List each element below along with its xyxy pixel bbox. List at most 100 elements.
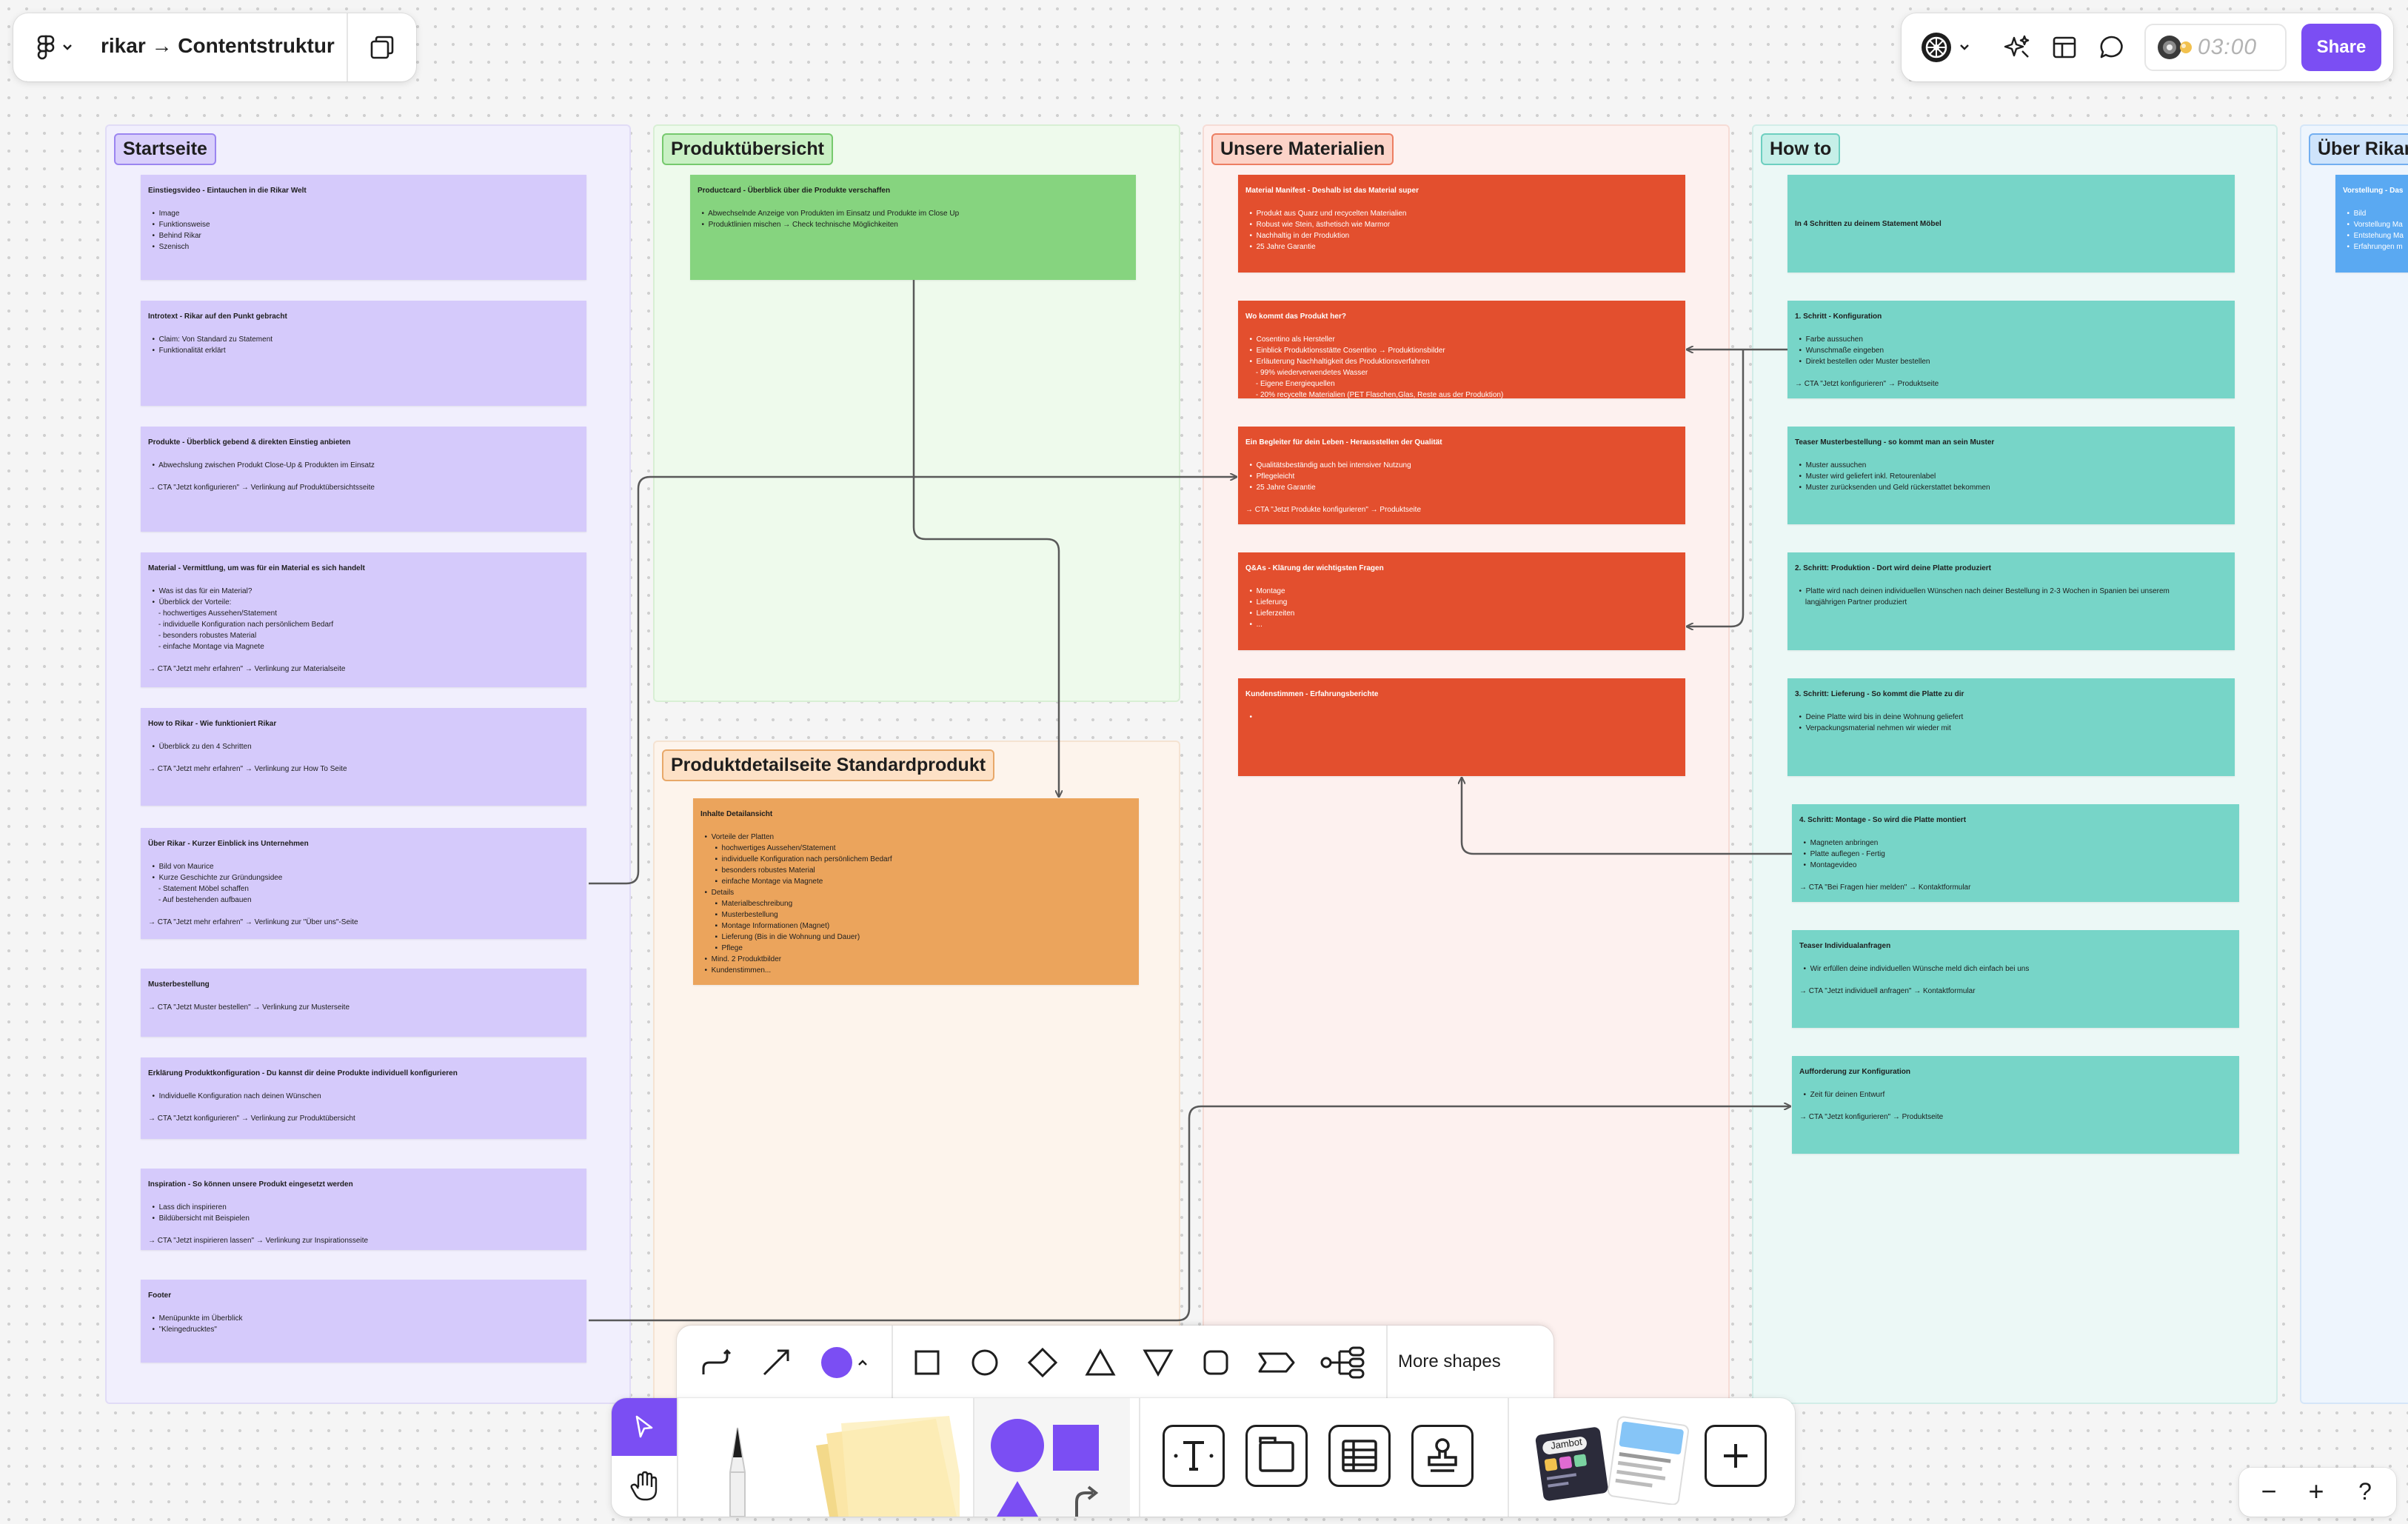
section-label[interactable]: Über Rikar — [2309, 133, 2408, 165]
card-line: • Lieferung — [1245, 598, 1288, 606]
section-label[interactable]: Startseite — [114, 133, 216, 165]
card-title: Wo kommt das Produkt her? — [1245, 313, 1346, 321]
card-line: • Montagevideo — [1799, 861, 1857, 869]
help-button[interactable]: ? — [2347, 1474, 2383, 1509]
sticky-card-h4[interactable]: 2. Schritt: Produktion - Dort wird deine… — [1787, 552, 2235, 650]
card-line: • Funktionsweise — [148, 221, 210, 229]
sticky-card-s7[interactable]: Musterbestellung → CTA "Jetzt Muster best… — [141, 969, 586, 1037]
sticky-card-h3[interactable]: Teaser Musterbestellung - so kommt man a… — [1787, 427, 2235, 524]
card-line: • Behind Rikar — [148, 232, 201, 240]
card-line: → CTA "Jetzt Produkte konfigurieren" → P… — [1245, 506, 1422, 514]
sticky-card-m5[interactable]: Kundenstimmen - Erfahrungsberichte • — [1238, 678, 1685, 776]
wheel-menu-button[interactable] — [1919, 31, 1973, 64]
card-title: Inhalte Detailansicht — [700, 810, 773, 818]
chevron-shape-icon — [1258, 1352, 1295, 1373]
stamp-tool-button[interactable] — [1411, 1425, 1474, 1487]
figma-menu-button[interactable] — [36, 33, 73, 62]
sticky-card-m4[interactable]: Q&As - Klärung der wichtigsten Fragen • … — [1238, 552, 1685, 650]
file-title[interactable]: rikar → Contentstruktur — [101, 34, 335, 58]
sticky-card-d1[interactable]: Inhalte Detailansicht • Vorteile der Pla… — [693, 798, 1139, 985]
section-label[interactable]: How to — [1761, 133, 1841, 165]
sticky-card-s9[interactable]: Inspiration - So können unsere Produkt e… — [141, 1169, 586, 1250]
section-tool-button[interactable] — [1245, 1425, 1308, 1487]
sticky-note-button[interactable] — [812, 1416, 960, 1517]
add-more-button[interactable] — [1705, 1425, 1767, 1487]
card-title: Teaser Individualanfragen — [1799, 942, 1891, 950]
card-line: • Produkt aus Quarz und recycelten Mater… — [1245, 210, 1407, 218]
ai-button[interactable] — [2001, 31, 2033, 64]
sticky-card-m2[interactable]: Wo kommt das Produkt her? • Cosentino al… — [1238, 301, 1685, 398]
main-toolbar: Jambot — [612, 1398, 1795, 1517]
sticky-card-h5[interactable]: 3. Schritt: Lieferung - So kommt die Pla… — [1787, 678, 2235, 776]
card-title: 4. Schritt: Montage - So wird die Platte… — [1799, 816, 1967, 824]
card-line: • — [1245, 713, 1257, 721]
sticky-card-h7[interactable]: Teaser Individualanfragen • Wir erfüllen… — [1792, 930, 2239, 1028]
jambot-widgets-icon — [1535, 1416, 1689, 1505]
hand-tool-button[interactable] — [612, 1457, 677, 1515]
layout-icon — [2053, 36, 2076, 59]
rounded-square-shape-button[interactable] — [1195, 1342, 1237, 1383]
section-label[interactable]: Produktübersicht — [662, 133, 833, 165]
mind-map-icon — [1320, 1346, 1365, 1379]
text-tool-button[interactable] — [1163, 1425, 1225, 1487]
zoom-in-button[interactable]: + — [2298, 1474, 2334, 1509]
card-title: Teaser Musterbestellung - so kommt man a… — [1795, 438, 1995, 447]
comment-button[interactable] — [2096, 31, 2128, 64]
sticky-card-s2[interactable]: Introtext - Rikar auf den Punkt gebracht… — [141, 301, 586, 406]
sticky-card-m1[interactable]: Material Manifest - Deshalb ist das Mate… — [1238, 175, 1685, 273]
divider — [677, 1398, 678, 1517]
card-line: • Überblick der Vorteile: — [148, 598, 232, 606]
sticky-card-h1[interactable]: In 4 Schritten zu deinem Statement Möbel — [1787, 175, 2235, 273]
card-line: • Platte auflegen - Fertig — [1799, 850, 1885, 858]
sticky-card-p1[interactable]: Productcard - Überblick über die Produkt… — [690, 175, 1136, 280]
sticky-card-s1[interactable]: Einstiegsvideo - Eintauchen in die Rikar… — [141, 175, 586, 280]
timer-widget[interactable]: 03:00 — [2144, 24, 2287, 71]
card-line: • Montage — [1245, 587, 1285, 595]
sticky-card-h2[interactable]: 1. Schritt - Konfiguration • Farbe aussu… — [1787, 301, 2235, 398]
layout-button[interactable] — [2048, 31, 2081, 64]
shapes-button[interactable] — [974, 1398, 1130, 1517]
arrow-connector-button[interactable] — [755, 1342, 797, 1383]
card-title: Material Manifest - Deshalb ist das Mate… — [1245, 187, 1419, 195]
table-tool-button[interactable] — [1328, 1425, 1391, 1487]
sticky-card-m3[interactable]: Ein Begleiter für dein Leben - Herausste… — [1238, 427, 1685, 524]
sticky-card-s8[interactable]: Erklärung Produktkonfiguration - Du kann… — [141, 1057, 586, 1139]
card-line: • Lieferzeiten — [1245, 609, 1295, 618]
card-line: • Entstehung Ma — [2343, 232, 2404, 240]
card-line: - 20% recycelte Materialien (PET Flasche… — [1245, 391, 1504, 398]
more-shapes-button[interactable]: More shapes — [1398, 1351, 1501, 1372]
triangle-shape-button[interactable] — [1080, 1342, 1121, 1383]
card-line: • Lass dich inspirieren — [148, 1203, 227, 1211]
sticky-card-s5[interactable]: How to Rikar - Wie funktioniert Rikar • … — [141, 708, 586, 806]
section-label[interactable]: Produktdetailseite Standardprodukt — [662, 749, 995, 781]
sticky-card-u1[interactable]: Vorstellung - Das • Bild • Vorstellung M… — [2335, 175, 2408, 273]
section-label[interactable]: Unsere Materialien — [1211, 133, 1394, 165]
circle-shape-button[interactable] — [964, 1342, 1006, 1383]
card-line: • Kurze Geschichte zur Gründungsidee — [148, 874, 283, 882]
diamond-shape-button[interactable] — [1022, 1342, 1063, 1383]
mind-map-button[interactable] — [1317, 1342, 1368, 1383]
square-shape-button[interactable] — [906, 1342, 948, 1383]
fill-color-button[interactable] — [815, 1342, 874, 1383]
zoom-out-button[interactable]: − — [2251, 1474, 2287, 1509]
sticky-card-s4[interactable]: Material - Vermittlung, um was für ein M… — [141, 552, 586, 687]
diamond-icon — [1027, 1347, 1058, 1378]
sticky-card-h8[interactable]: Aufforderung zur Konfiguration • Zeit fü… — [1792, 1056, 2239, 1154]
elbow-connector-button[interactable] — [695, 1342, 736, 1383]
triangle-down-shape-button[interactable] — [1137, 1342, 1179, 1383]
sticky-card-s10[interactable]: Footer • Menüpunkte im Überblick • "Klei… — [141, 1280, 586, 1363]
share-button[interactable]: Share — [2301, 24, 2381, 71]
card-line: → CTA "Jetzt konfigurieren" → Verlinkung… — [148, 484, 375, 492]
sticky-card-s6[interactable]: Über Rikar - Kurzer Einblick ins Unterne… — [141, 828, 586, 939]
marker-pen-button[interactable] — [700, 1406, 775, 1517]
sticky-card-h6[interactable]: 4. Schritt: Montage - So wird die Platte… — [1792, 804, 2239, 902]
pages-button[interactable] — [366, 31, 398, 64]
chevron-shape-button[interactable] — [1253, 1342, 1300, 1383]
card-line: → CTA "Jetzt konfigurieren" → Verlinkung… — [148, 1114, 355, 1123]
card-line: ▪ Materialbeschreibung — [700, 900, 793, 908]
sticky-card-s3[interactable]: Produkte - Überblick gebend & direkten E… — [141, 427, 586, 532]
move-tool-button[interactable] — [612, 1398, 677, 1456]
section-ueber-rikar[interactable]: Über Rikar — [2300, 124, 2408, 1404]
jambot-widgets-button[interactable]: Jambot — [1534, 1416, 1690, 1505]
card-title: Aufforderung zur Konfiguration — [1799, 1068, 1910, 1076]
